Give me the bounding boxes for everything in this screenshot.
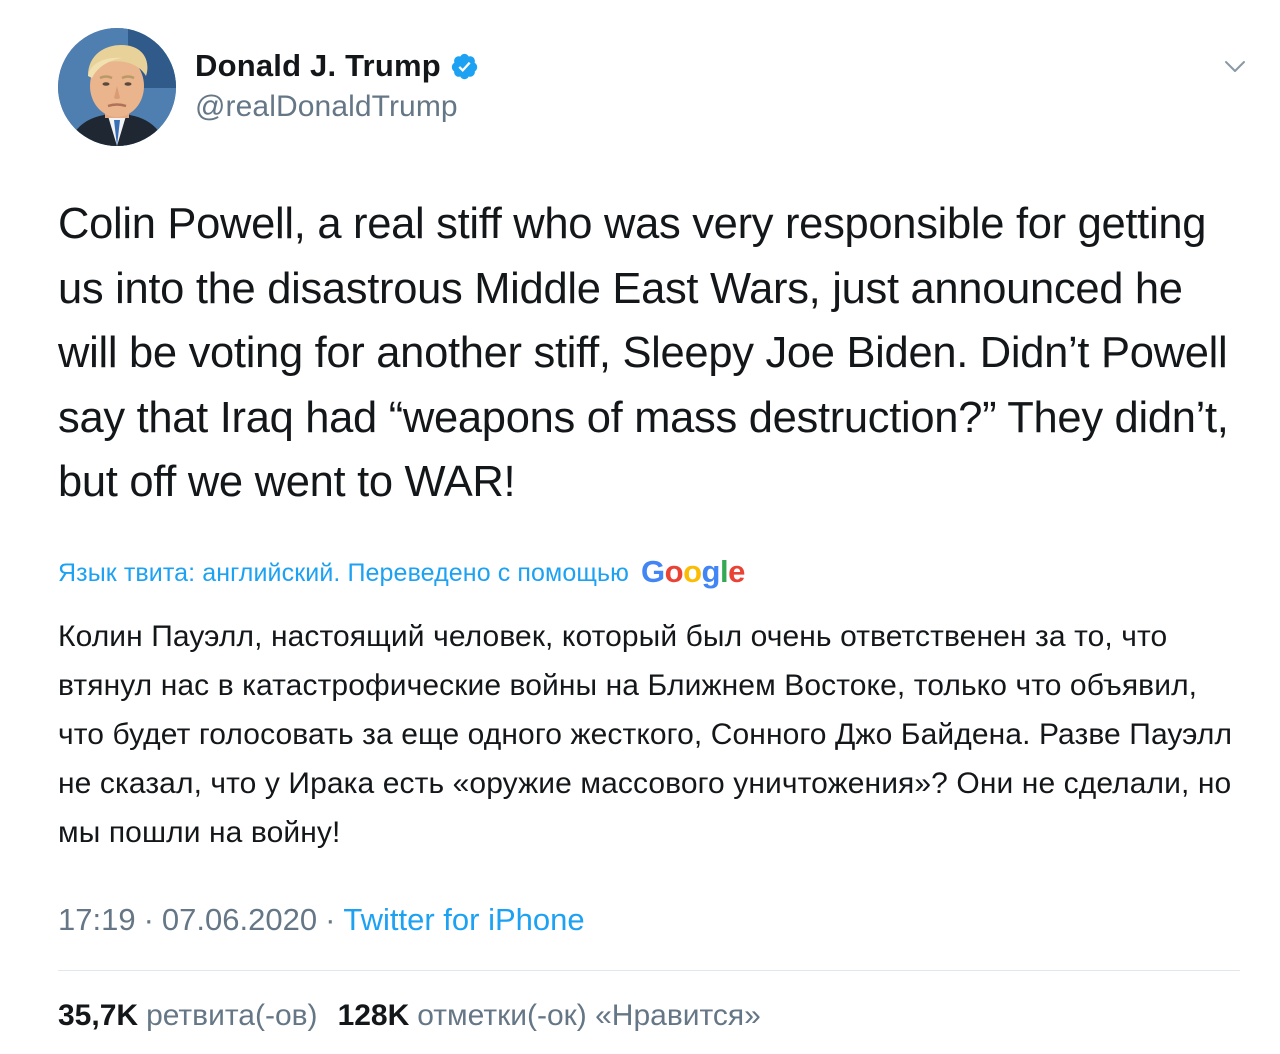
meta-separator: ·	[143, 902, 154, 937]
google-logo-letter: o	[683, 554, 702, 589]
tweet-meta: 17:19 · 07.06.2020 · Twitter for iPhone	[58, 898, 585, 942]
author-handle[interactable]: @realDonaldTrump	[195, 90, 479, 124]
translation-label[interactable]: Язык твита: английский. Переведено с пом…	[58, 559, 629, 588]
likes-stat[interactable]: 128K отметки(-ок) «Нравится»	[338, 999, 761, 1033]
retweets-count: 35,7K	[58, 999, 139, 1032]
tweet-source-link[interactable]: Twitter for iPhone	[343, 902, 584, 938]
google-logo-letter: e	[728, 554, 745, 589]
retweets-stat[interactable]: 35,7K ретвита(-ов)	[58, 999, 318, 1033]
verified-badge-icon	[450, 52, 479, 81]
likes-label: отметки(-ок) «Нравится»	[417, 999, 761, 1032]
chevron-down-icon[interactable]	[1224, 60, 1246, 74]
google-logo-letter: o	[664, 554, 684, 589]
author-names: Donald J. Trump @realDonaldTrump	[195, 46, 479, 124]
translated-text: Колин Пауэлл, настоящий человек, который…	[58, 620, 1233, 849]
google-logo-letter: l	[719, 554, 729, 589]
tweet-time[interactable]: 17:19	[58, 902, 136, 938]
tweet-date[interactable]: 07.06.2020	[162, 902, 317, 938]
avatar[interactable]	[58, 28, 176, 146]
retweets-label: ретвита(-ов)	[146, 999, 318, 1032]
tweet-text: Colin Powell, a real stiff who was very …	[58, 200, 1229, 506]
google-logo-letter: g	[701, 554, 721, 589]
display-name-row: Donald J. Trump	[195, 46, 479, 86]
tweet-stats: 35,7K ретвита(-ов) 128K отметки(-ок) «Нрав…	[58, 994, 761, 1038]
avatar-portrait-icon	[58, 28, 176, 146]
google-logo-letter: G	[641, 554, 665, 589]
google-logo: Google	[641, 554, 745, 590]
tweet-header: Donald J. Trump @realDonaldTrump	[58, 28, 1258, 148]
meta-separator: ·	[325, 902, 336, 937]
tweet-detail: Donald J. Trump @realDonaldTrump Colin P…	[0, 0, 1280, 1054]
translation-attribution: Язык твита: английский. Переведено с пом…	[58, 552, 745, 594]
display-name[interactable]: Donald J. Trump	[195, 48, 441, 84]
likes-count: 128K	[337, 999, 410, 1032]
divider	[58, 970, 1240, 971]
